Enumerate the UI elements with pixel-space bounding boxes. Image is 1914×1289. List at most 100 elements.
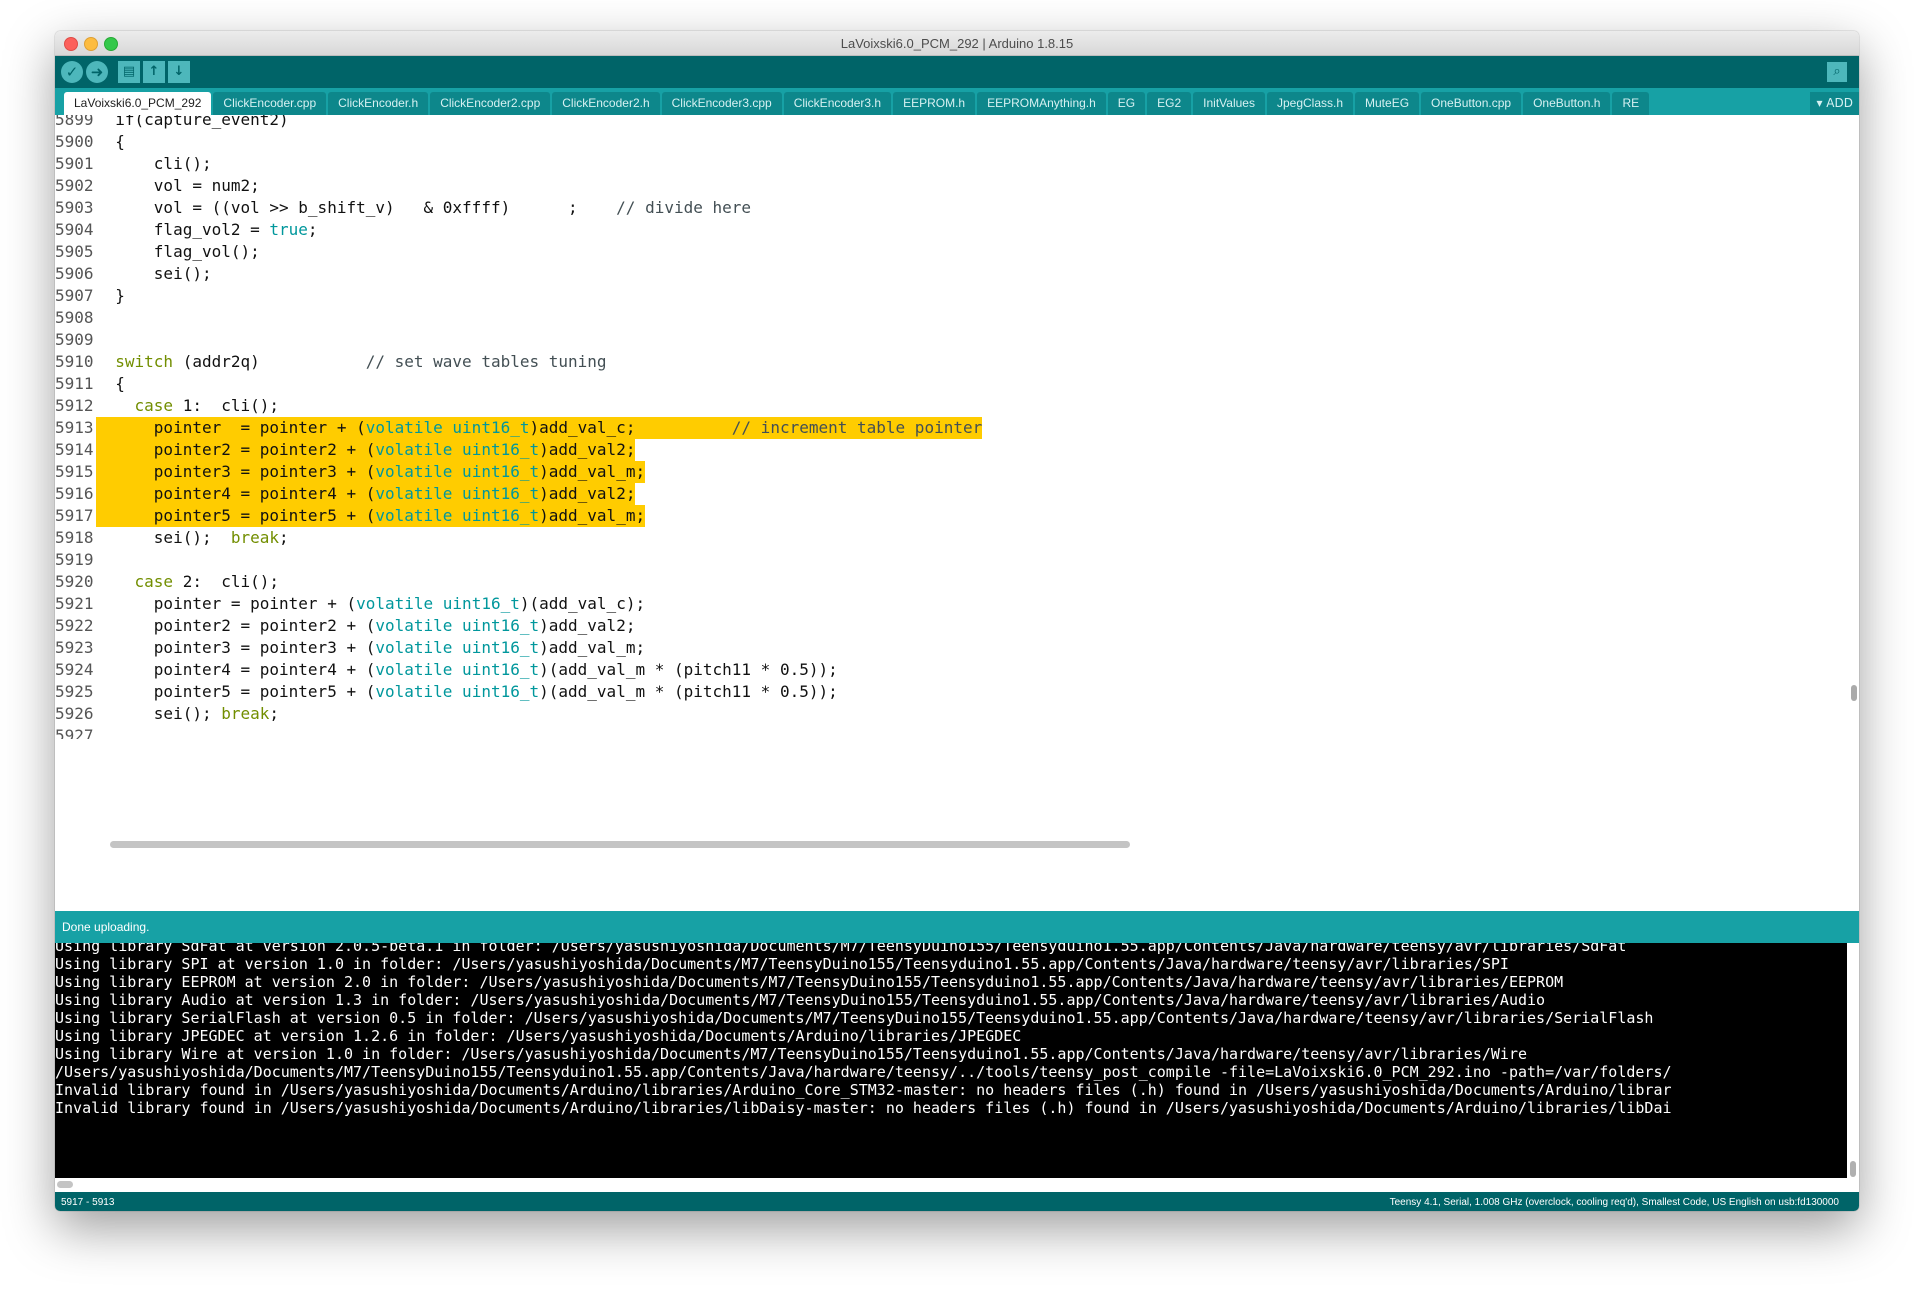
code-line[interactable]: 5922 pointer2 = pointer2 + (volatile uin… [55,615,1815,637]
code-token: vol = num2; [96,176,260,195]
code-line[interactable]: 5920 case 2: cli(); [55,571,1815,593]
code-line[interactable]: 5918 sei(); break; [55,527,1815,549]
code-token: pointer3 = pointer3 + ( [96,638,376,657]
code-line[interactable]: 5904 flag_vol2 = true; [55,219,1815,241]
code-line[interactable]: 5913 pointer = pointer + (volatile uint1… [55,417,1815,439]
code-token: pointer4 = pointer4 + ( [96,660,376,679]
code-token: flag_vol(); [96,242,260,261]
tab-clickencoder-h[interactable]: ClickEncoder.h [328,92,429,115]
tab-eeprom-h[interactable]: EEPROM.h [893,92,976,115]
console-horizontal-thumb[interactable] [57,1181,73,1188]
code-token: )add_val_m; [539,638,646,657]
code-line[interactable]: 5925 pointer5 = pointer5 + (volatile uin… [55,681,1815,703]
code-text: vol = ((vol >> b_shift_v) & 0xffff) ; //… [96,197,751,219]
console-scroll-thumb[interactable] [1850,1161,1856,1177]
code-line[interactable]: 5921 pointer = pointer + (volatile uint1… [55,593,1815,615]
line-number: 5918 [55,528,94,547]
type-token: true [269,220,308,239]
code-token: )add_val_m; [539,462,646,481]
code-line[interactable]: 5916 pointer4 = pointer4 + (volatile uin… [55,483,1815,505]
code-line[interactable]: 5927 [55,725,1815,739]
code-line[interactable]: 5906 sei(); [55,263,1815,285]
code-line[interactable]: 5926 sei(); break; [55,703,1815,725]
arrow-right-icon: ➜ [90,63,104,81]
code-line[interactable]: 5899 if(capture_event2) [55,115,1815,131]
code-line[interactable]: 5915 pointer3 = pointer3 + (volatile uin… [55,461,1815,483]
save-sketch-button[interactable]: ↓ [168,61,190,83]
code-token: )add_val_m; [539,506,646,525]
code-line[interactable]: 5911 { [55,373,1815,395]
tab-onebutton-cpp[interactable]: OneButton.cpp [1421,92,1522,115]
tab-re[interactable]: RE [1612,92,1650,115]
tab-lavoixski6-0-pcm-292[interactable]: LaVoixski6.0_PCM_292 [64,92,212,115]
code-line[interactable]: 5902 vol = num2; [55,175,1815,197]
tab-menu-button[interactable]: ▾ ADD [1810,92,1859,115]
tab-eg2[interactable]: EG2 [1147,92,1192,115]
code-text: { [96,373,125,395]
keyword-token: case [134,572,174,591]
line-number: 5909 [55,330,94,349]
code-text: sei(); break; [96,527,289,549]
tab-initvalues[interactable]: InitValues [1193,92,1265,115]
tab-jpegclass-h[interactable]: JpegClass.h [1266,92,1354,115]
code-token: pointer3 = pointer3 + ( [96,462,376,481]
code-line[interactable]: 5909 [55,329,1815,351]
code-token: vol = ((vol >> b_shift_v) & 0xffff) ; [96,198,617,217]
new-sketch-button[interactable]: ▤ [118,61,140,83]
type-token: volatile uint16_t [375,660,540,679]
checkmark-icon: ✓ [65,63,79,81]
tab-clickencoder3-cpp[interactable]: ClickEncoder3.cpp [661,92,782,115]
tab-clickencoder2-cpp[interactable]: ClickEncoder2.cpp [430,92,551,115]
console-vertical-scrollbar[interactable] [1847,943,1859,1178]
code-text: case 2: cli(); [96,571,280,593]
comment-token: // increment table pointer [731,418,983,437]
code-line[interactable]: 5907 } [55,285,1815,307]
tab-clickencoder-cpp[interactable]: ClickEncoder.cpp [213,92,327,115]
code-line[interactable]: 5912 case 1: cli(); [55,395,1815,417]
open-sketch-button[interactable]: ↑ [143,61,165,83]
code-line[interactable]: 5900 { [55,131,1815,153]
tab-clickencoder3-h[interactable]: ClickEncoder3.h [783,92,892,115]
upload-button[interactable]: ➜ [86,61,108,83]
code-line[interactable]: 5917 pointer5 = pointer5 + (volatile uin… [55,505,1815,527]
selected-code-text: pointer3 = pointer3 + (volatile uint16_t… [96,461,646,483]
tab-eg[interactable]: EG [1107,92,1146,115]
line-number: 5914 [55,440,94,459]
line-number: 5915 [55,462,94,481]
keyword-token: break [221,704,270,723]
verify-button[interactable]: ✓ [61,61,83,83]
line-number: 5916 [55,484,94,503]
code-text: cli(); [96,153,212,175]
code-token: if(capture_event2) [96,115,289,129]
code-line[interactable]: 5919 [55,549,1815,571]
code-line[interactable]: 5914 pointer2 = pointer2 + (volatile uin… [55,439,1815,461]
editor-vertical-scrollbar[interactable] [1851,685,1857,701]
serial-monitor-button[interactable]: ⌕ [1827,62,1847,82]
keyword-token: break [230,528,280,547]
line-number: 5922 [55,616,94,635]
tab-muteeg[interactable]: MuteEG [1355,92,1420,115]
line-number: 5899 [55,115,94,129]
code-line[interactable]: 5901 cli(); [55,153,1815,175]
code-line[interactable]: 5923 pointer3 = pointer3 + (volatile uin… [55,637,1815,659]
tab-eepromanything-h[interactable]: EEPROMAnything.h [977,92,1106,115]
code-line[interactable]: 5903 vol = ((vol >> b_shift_v) & 0xffff)… [55,197,1815,219]
selected-code-text: pointer2 = pointer2 + (volatile uint16_t… [96,439,636,461]
board-info: Teensy 4.1, Serial, 1.008 GHz (overclock… [1389,1197,1839,1208]
code-editor[interactable]: 5899 if(capture_event2) 5900 {5901 cli();… [55,115,1859,739]
code-token: } [96,286,125,305]
tab-clickencoder2-h[interactable]: ClickEncoder2.h [552,92,660,115]
code-line[interactable]: 5924 pointer4 = pointer4 + (volatile uin… [55,659,1815,681]
code-line[interactable]: 5905 flag_vol(); [55,241,1815,263]
code-text: pointer2 = pointer2 + (volatile uint16_t… [96,615,636,637]
code-line[interactable]: 5910 switch (addr2q) // set wave tables … [55,351,1815,373]
console-output[interactable]: Using library SdFat at version 2.0.5-bet… [55,943,1847,1178]
code-token: pointer5 = pointer5 + ( [96,682,376,701]
console-horizontal-scrollbar[interactable] [55,1178,1859,1192]
editor-horizontal-scrollbar[interactable] [110,841,1130,848]
code-token: sei(); [96,264,212,283]
tab-onebutton-h[interactable]: OneButton.h [1523,92,1611,115]
code-line[interactable]: 5908 [55,307,1815,329]
line-number: 5924 [55,660,94,679]
